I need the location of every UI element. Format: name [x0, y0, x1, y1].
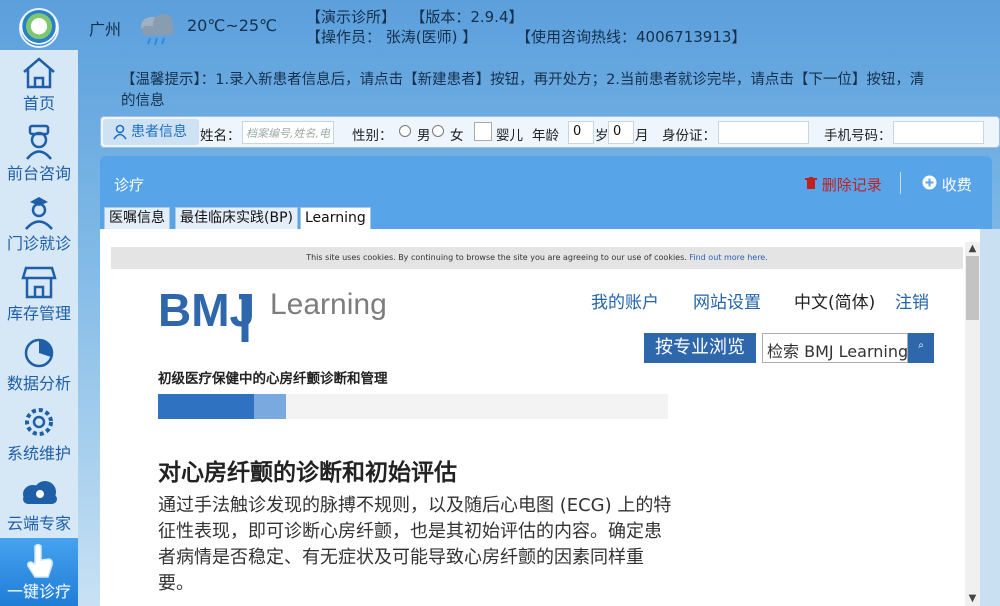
city-label: 广州 — [89, 20, 122, 39]
learning-content: This site uses cookies. By continuing to… — [100, 229, 980, 606]
bmj-logo-text: BMJ — [158, 284, 255, 336]
plus-circle-icon — [922, 175, 937, 190]
nurse-icon — [26, 124, 52, 160]
years-unit: 岁 — [595, 128, 609, 144]
name-search-input[interactable]: 档案编号,姓名,电 — [242, 121, 334, 144]
patient-info-bar: 患者信息 姓名： 档案编号,姓名,电 性别： 男 女 婴儿 年龄 0 岁 0 月… — [100, 116, 1000, 148]
tip-line-1: 【温馨提示】：1.录入新患者信息后，请点击【新建患者】按钮，再开处方；2.当前患… — [121, 72, 925, 88]
article-heading: 对心房纤颤的诊断和初始评估 — [158, 460, 457, 486]
pie-chart-icon — [24, 338, 54, 368]
sidebar-item-system[interactable]: 系统维护 — [0, 400, 78, 468]
tab-orders[interactable]: 医嘱信息 — [104, 207, 170, 229]
clinic-logo — [19, 8, 59, 48]
age-years-input[interactable]: 0 — [568, 121, 594, 144]
tab-best-practice[interactable]: 最佳临床实践(BP) — [175, 207, 298, 229]
bmj-learning-logo[interactable]: BMJ Learning — [158, 284, 398, 352]
male-label: 男 — [417, 128, 431, 144]
scroll-down-icon[interactable]: ▼ — [965, 592, 980, 606]
months-unit: 月 — [635, 128, 649, 144]
age-label: 年龄 — [532, 128, 559, 144]
operator-label: 【操作员： 张涛(医师) 】 — [306, 28, 478, 46]
sidebar: 首页 前台咨询 门诊就诊 库存管理 数据分析 系统维护 云端专家 一键诊疗 — [0, 50, 78, 606]
search-button[interactable]: ⌕ — [908, 333, 934, 363]
article-body: 通过手法触诊发现的脉搏不规则，以及随后心电图 (ECG) 上的特征性表现，即可诊… — [158, 495, 672, 594]
female-label: 女 — [450, 128, 464, 144]
rain-cloud-icon — [141, 14, 174, 46]
progress-current — [254, 394, 286, 419]
delete-record-button[interactable]: 删除记录 — [805, 174, 882, 195]
temperature: 20℃~25℃ — [187, 16, 278, 35]
scroll-up-icon[interactable]: ▲ — [965, 242, 980, 256]
sidebar-item-outpatient[interactable]: 门诊就诊 — [0, 190, 78, 258]
clinic-name: 【演示诊所】 — [306, 8, 397, 26]
gender-female-radio[interactable] — [432, 125, 444, 137]
store-icon — [21, 266, 57, 299]
sidebar-item-one-click[interactable]: 一键诊疗 — [0, 538, 78, 606]
course-progress-bar — [158, 394, 668, 419]
browse-by-specialty-button[interactable]: 按专业浏览 — [644, 333, 756, 363]
progress-completed — [158, 394, 254, 419]
bmj-search-input[interactable]: 检索 BMJ Learning — [762, 333, 908, 363]
age-months-input[interactable]: 0 — [608, 121, 634, 144]
sidebar-item-home[interactable]: 首页 — [0, 50, 78, 118]
logout-link[interactable]: 注销 — [895, 288, 929, 313]
clinic-version: 【演示诊所】 【版本：2.9.4】 — [306, 6, 524, 27]
hand-pointer-icon — [27, 543, 53, 578]
gear-icon — [25, 408, 53, 436]
course-title: 初级医疗保健中的心房纤颤诊断和管理 — [158, 371, 388, 387]
window-edge — [980, 229, 1000, 606]
phone-label: 手机号码： — [824, 128, 892, 144]
my-account-link[interactable]: 我的账户 — [591, 288, 659, 313]
user-icon — [113, 124, 127, 140]
sidebar-item-inventory[interactable]: 库存管理 — [0, 260, 78, 328]
hotline-label: 【使用咨询热线：4006713913】 — [516, 28, 747, 46]
infant-label: 婴儿 — [496, 128, 523, 144]
tip-banner: 【温馨提示】：1.录入新患者信息后，请点击【新建患者】按钮，再开处方；2.当前患… — [121, 70, 1000, 112]
id-card-label: 身份证： — [662, 128, 716, 144]
sidebar-item-front-desk[interactable]: 前台咨询 — [0, 120, 78, 188]
gender-label: 性别： — [352, 128, 393, 144]
doctor-icon — [25, 197, 53, 230]
tip-line-2: 的信息 — [121, 93, 165, 109]
phone-input[interactable] — [893, 121, 984, 144]
patient-info-tag[interactable]: 患者信息 — [103, 119, 199, 145]
cloud-expert-icon — [23, 481, 57, 504]
toolbar-divider — [900, 172, 901, 194]
version-label: 【版本：2.9.4】 — [410, 8, 524, 26]
tab-learning[interactable]: Learning — [300, 207, 371, 229]
bmj-learning-frame: This site uses cookies. By continuing to… — [111, 242, 963, 606]
name-label: 姓名： — [200, 128, 241, 144]
panel-title: 诊疗 — [114, 176, 145, 194]
top-header: 广州 20℃~25℃ 【演示诊所】 【版本：2.9.4】 【操作员： 张涛(医师… — [0, 0, 1000, 58]
sidebar-item-cloud-expert[interactable]: 云端专家 — [0, 470, 78, 538]
infant-checkbox[interactable] — [474, 122, 492, 141]
gender-male-radio[interactable] — [399, 125, 411, 137]
search-icon: ⌕ — [918, 340, 924, 351]
trash-icon — [805, 177, 817, 189]
charge-button[interactable]: 收费 — [922, 174, 972, 195]
learning-logo-text: Learning — [270, 288, 387, 321]
language-selector[interactable]: 中文(简体) — [794, 288, 875, 313]
site-settings-link[interactable]: 网站设置 — [693, 288, 761, 313]
id-card-input[interactable] — [718, 121, 809, 144]
cookie-more-link[interactable]: Find out more here. — [689, 253, 767, 262]
cookie-notice: This site uses cookies. By continuing to… — [111, 247, 963, 269]
sidebar-item-analytics[interactable]: 数据分析 — [0, 330, 78, 398]
vertical-scrollbar[interactable]: ▲ ▼ — [965, 242, 980, 606]
scroll-thumb[interactable] — [966, 256, 979, 320]
home-icon — [23, 57, 55, 89]
